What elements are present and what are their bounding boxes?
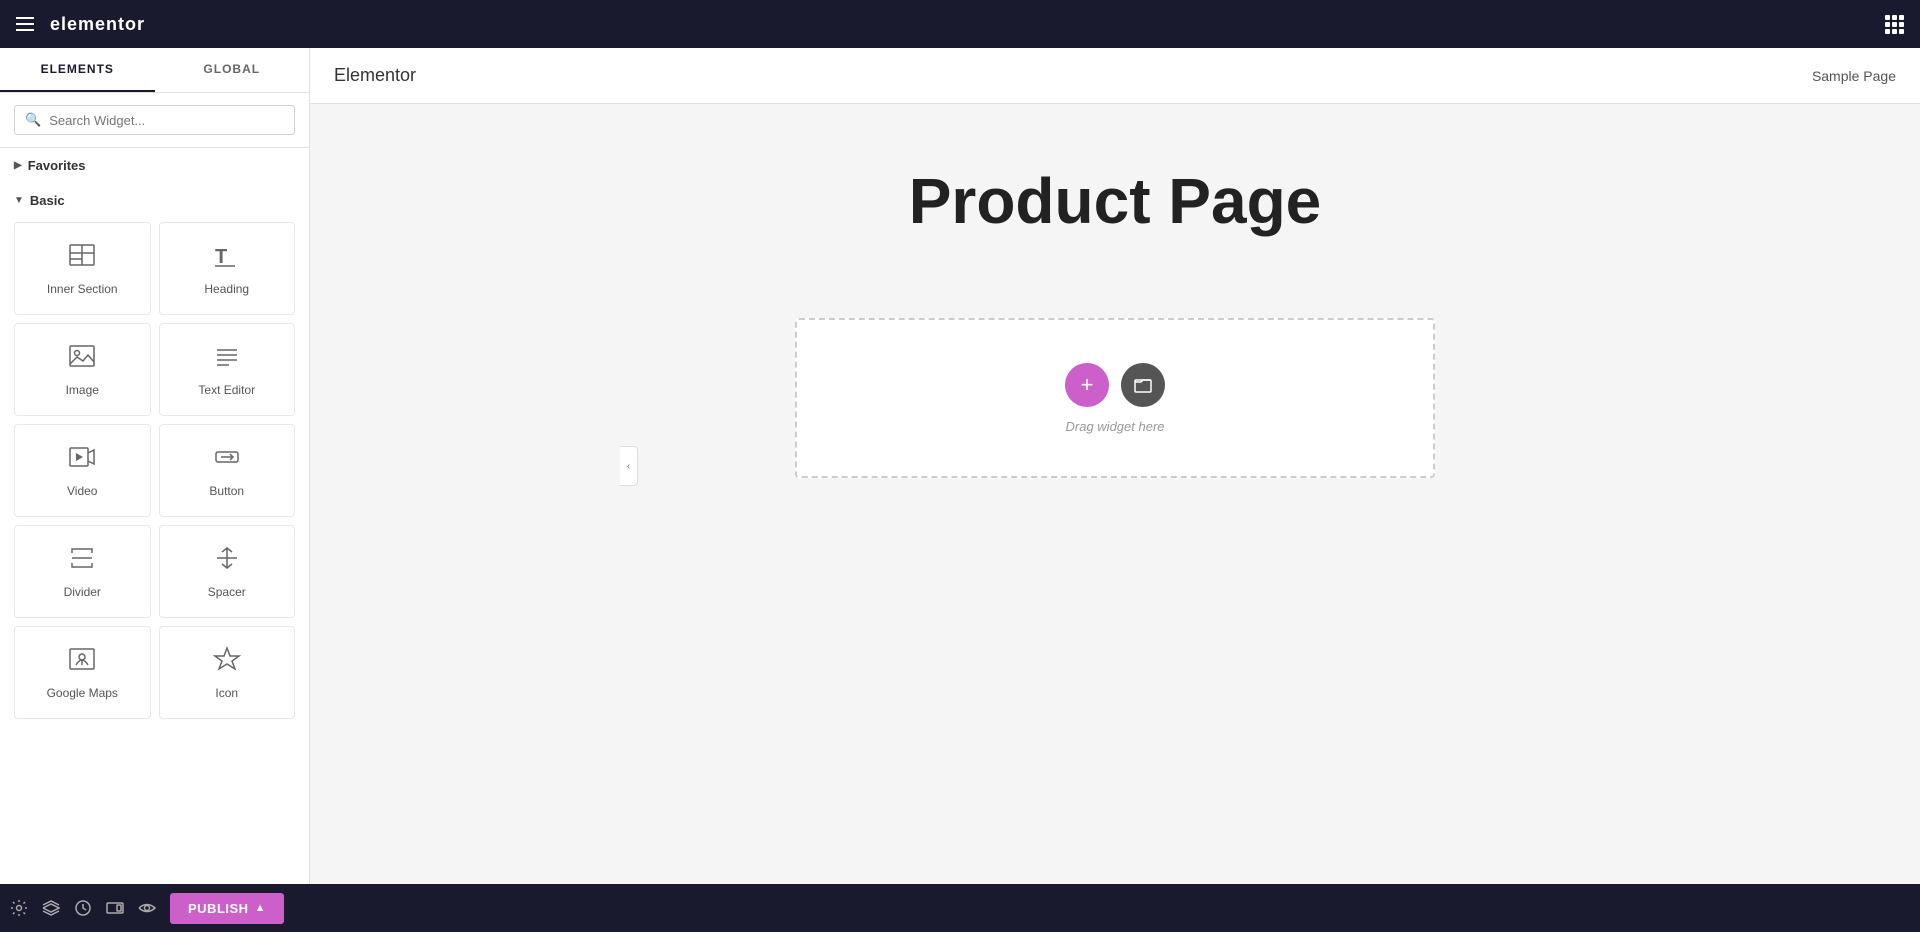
widget-icon[interactable]: Icon <box>159 626 296 719</box>
widget-google-maps[interactable]: Google Maps <box>14 626 151 719</box>
canvas-topbar: Elementor Sample Page <box>310 48 1920 104</box>
elementor-logo: elementor <box>50 14 145 35</box>
history-icon[interactable] <box>74 899 92 917</box>
main-layout: ELEMENTS GLOBAL 🔍 ▶ Favorites ▼ Basic <box>0 48 1920 884</box>
svg-text:T: T <box>215 246 227 268</box>
canvas-page-name: Sample Page <box>1812 68 1896 84</box>
heading-icon: T <box>213 241 241 274</box>
canvas-area: Elementor Sample Page Product Page + Dra… <box>310 48 1920 884</box>
canvas-logo: Elementor <box>334 65 416 86</box>
widget-inner-section[interactable]: Inner Section <box>14 222 151 315</box>
tab-elements[interactable]: ELEMENTS <box>0 48 155 92</box>
image-icon <box>68 342 96 375</box>
template-button[interactable] <box>1121 363 1165 407</box>
google-maps-icon <box>68 645 96 678</box>
search-container: 🔍 <box>0 93 309 148</box>
divider-label: Divider <box>64 585 101 599</box>
bottom-toolbar: PUBLISH ▲ <box>0 884 1920 932</box>
publish-chevron-icon: ▲ <box>255 902 266 914</box>
video-icon <box>68 443 96 476</box>
publish-button[interactable]: PUBLISH ▲ <box>170 893 284 924</box>
text-editor-label: Text Editor <box>198 383 255 397</box>
icon-widget-icon <box>213 645 241 678</box>
widget-spacer[interactable]: Spacer <box>159 525 296 618</box>
widget-button[interactable]: Button <box>159 424 296 517</box>
settings-icon[interactable] <box>10 899 28 917</box>
favorites-label: Favorites <box>28 158 86 173</box>
widget-divider[interactable]: Divider <box>14 525 151 618</box>
sidebar: ELEMENTS GLOBAL 🔍 ▶ Favorites ▼ Basic <box>0 48 310 884</box>
button-icon <box>213 443 241 476</box>
widget-heading[interactable]: T Heading <box>159 222 296 315</box>
drop-zone-buttons: + <box>1065 363 1165 407</box>
collapse-handle[interactable]: ‹ <box>620 446 638 486</box>
favorites-section-header[interactable]: ▶ Favorites <box>0 148 309 183</box>
spacer-icon <box>213 544 241 577</box>
basic-label: Basic <box>30 193 65 208</box>
inner-section-label: Inner Section <box>47 282 118 296</box>
drop-zone-text: Drag widget here <box>1066 419 1165 434</box>
google-maps-label: Google Maps <box>47 686 118 700</box>
top-bar-left: elementor <box>16 14 145 35</box>
basic-arrow-icon: ▼ <box>14 195 24 206</box>
search-icon: 🔍 <box>25 112 41 128</box>
tab-global[interactable]: GLOBAL <box>155 48 310 92</box>
widgets-grid: Inner Section T Heading Image <box>0 218 309 723</box>
image-label: Image <box>66 383 99 397</box>
apps-icon[interactable] <box>1885 15 1904 34</box>
spacer-label: Spacer <box>208 585 246 599</box>
heading-label: Heading <box>204 282 249 296</box>
video-label: Video <box>67 484 97 498</box>
divider-icon <box>68 544 96 577</box>
drop-zone[interactable]: + Drag widget here <box>795 318 1435 478</box>
favorites-arrow-icon: ▶ <box>14 160 22 171</box>
text-editor-icon <box>213 342 241 375</box>
layers-icon[interactable] <box>42 899 60 917</box>
top-bar: elementor <box>0 0 1920 48</box>
add-widget-button[interactable]: + <box>1065 363 1109 407</box>
sidebar-tabs: ELEMENTS GLOBAL <box>0 48 309 93</box>
eye-icon[interactable] <box>138 899 156 917</box>
inner-section-icon <box>68 241 96 274</box>
basic-section-header[interactable]: ▼ Basic <box>0 183 309 218</box>
button-label: Button <box>209 484 244 498</box>
search-box: 🔍 <box>14 105 295 135</box>
page-title: Product Page <box>909 164 1322 238</box>
hamburger-icon[interactable] <box>16 17 34 31</box>
widget-text-editor[interactable]: Text Editor <box>159 323 296 416</box>
publish-label: PUBLISH <box>188 901 249 916</box>
icon-label: Icon <box>215 686 238 700</box>
search-input[interactable] <box>49 113 284 128</box>
widget-video[interactable]: Video <box>14 424 151 517</box>
widget-image[interactable]: Image <box>14 323 151 416</box>
responsive-icon[interactable] <box>106 899 124 917</box>
canvas-content: Product Page + Drag widget here <box>310 104 1920 884</box>
